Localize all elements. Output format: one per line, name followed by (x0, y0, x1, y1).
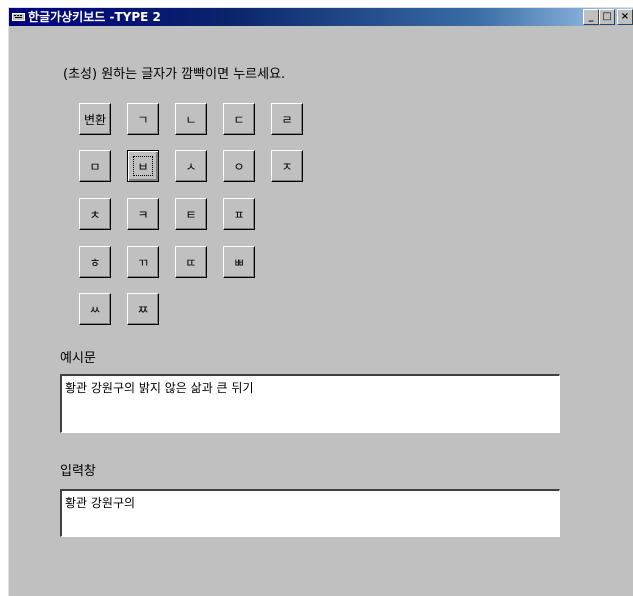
key-hieut[interactable]: ㅎ (79, 246, 111, 278)
key-ssangdigeut[interactable]: ㄸ (175, 246, 207, 278)
key-giyeok[interactable]: ㄱ (127, 103, 159, 135)
key-chieut[interactable]: ㅊ (79, 198, 111, 230)
key-mieum[interactable]: ㅁ (79, 150, 111, 182)
minimize-icon: _ (588, 11, 594, 22)
title-bar[interactable]: 한글가상키보드 -TYPE 2 _ □ × (9, 8, 633, 26)
key-ssanggiyeok[interactable]: ㄲ (127, 246, 159, 278)
input-text: 황관 강원구의 (65, 496, 136, 510)
maximize-button[interactable]: □ (599, 9, 615, 25)
example-text: 황관 강원구의 밝지 않은 삶과 큰 뒤기 (65, 381, 254, 395)
maximize-icon: □ (602, 11, 612, 22)
key-pieup[interactable]: ㅍ (223, 198, 255, 230)
key-siot[interactable]: ㅅ (175, 150, 207, 182)
close-icon: × (620, 11, 630, 22)
minimize-button[interactable]: _ (583, 9, 599, 25)
key-kieuk[interactable]: ㅋ (127, 198, 159, 230)
key-nieun[interactable]: ㄴ (175, 103, 207, 135)
key-ssangbieup[interactable]: ㅃ (223, 246, 255, 278)
key-convert[interactable]: 변환 (79, 103, 111, 135)
key-jieut[interactable]: ㅈ (271, 150, 303, 182)
key-ssangsiot[interactable]: ㅆ (79, 293, 111, 325)
key-ieung[interactable]: ㅇ (223, 150, 255, 182)
input-textbox[interactable]: 황관 강원구의 (60, 489, 560, 537)
keyboard-icon (12, 13, 25, 21)
example-textbox[interactable]: 황관 강원구의 밝지 않은 삶과 큰 뒤기 (60, 374, 560, 433)
key-ssangjieut[interactable]: ㅉ (127, 293, 159, 325)
example-label: 예시문 (60, 351, 96, 366)
input-label: 입력창 (60, 464, 96, 479)
app-window: 한글가상키보드 -TYPE 2 _ □ × (초성) 원하는 글자가 깜빡이면 … (8, 7, 633, 596)
instruction-text: (초성) 원하는 글자가 깜빡이면 누르세요. (63, 67, 286, 82)
key-rieul[interactable]: ㄹ (271, 103, 303, 135)
consonant-keypad: 변환 ㄱ ㄴ ㄷ ㄹ ㅁ ㅂ ㅅ ㅇ ㅈ ㅊ ㅋ ㅌ ㅍ ㅎ ㄲ ㄸ ㅃ ㅆ ㅉ (79, 103, 339, 343)
window-controls: _ □ × (583, 9, 633, 25)
key-bieup[interactable]: ㅂ (127, 150, 159, 182)
key-tieut[interactable]: ㅌ (175, 198, 207, 230)
key-digeut[interactable]: ㄷ (223, 103, 255, 135)
close-button[interactable]: × (617, 9, 633, 25)
window-title: 한글가상키보드 -TYPE 2 (28, 10, 161, 24)
